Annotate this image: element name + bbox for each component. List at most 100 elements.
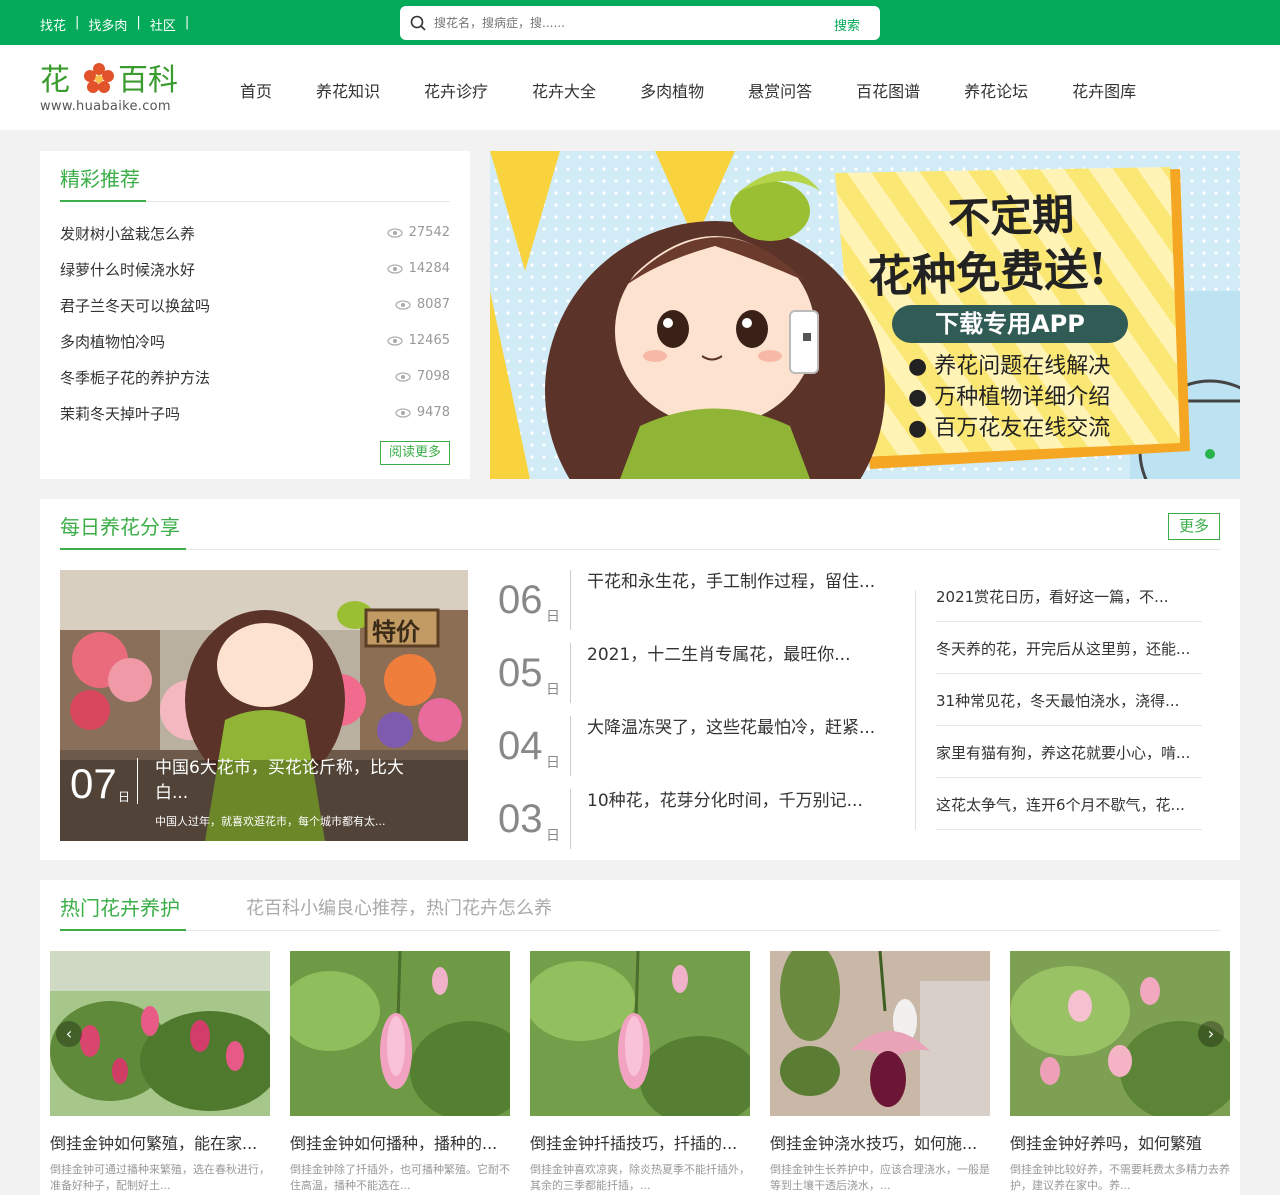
view-count-value: 14284 [408, 261, 450, 276]
eye-icon [395, 299, 411, 310]
list-item[interactable]: 冬季栀子花的养护方法 7098 [60, 367, 450, 403]
nav-diagnosis[interactable]: 花卉诊疗 [424, 78, 488, 102]
search-button[interactable]: 搜索 [834, 15, 860, 34]
search-box: 搜索 [400, 6, 880, 40]
list-item[interactable]: 2021赏花日历，看好这一篇，不... [936, 570, 1202, 622]
list-item[interactable]: 家里有猫有狗，养这花就要小心，啃... [936, 726, 1202, 778]
eye-icon [395, 407, 411, 418]
dated-article[interactable]: 03 日 10种花，花芽分化时间，千万别记... [498, 789, 878, 862]
nav-bounty-qa[interactable]: 悬赏问答 [748, 78, 812, 102]
card-image [530, 951, 750, 1116]
site-logo[interactable]: 花 百科 www.huabaike.com [40, 49, 190, 119]
card-image [770, 951, 990, 1116]
card-desc: 倒挂金钟除了扦插外，也可播种繁殖。它耐不住高温，播种不能选在... [290, 1163, 510, 1192]
banner-bullets: ● 养花问题在线解决 ● 万种植物详细介绍 ● 百万花友在线交流 [908, 351, 1110, 444]
header: 花 百科 www.huabaike.com 首页 养花知识 花卉诊疗 花卉大全 … [0, 45, 1280, 130]
dated-article[interactable]: 06 日 干花和永生花，手工制作过程，留住... [498, 570, 878, 643]
top-bar: 找花 | 找多肉 | 社区 | 搜索 [0, 0, 1280, 45]
plant-card[interactable]: 倒挂金钟扦插技巧，扦插的... 倒挂金钟喜欢凉爽，除炎热夏季不能扦插外，其余的三… [530, 951, 750, 1194]
nav-home[interactable]: 首页 [240, 78, 272, 102]
list-item[interactable]: 冬天养的花，开完后从这里剪，还能... [936, 622, 1202, 674]
nav-gallery[interactable]: 花卉图库 [1072, 78, 1136, 102]
list-item-title: 发财树小盆栽怎么养 [60, 225, 196, 243]
plant-card[interactable]: 倒挂金钟如何繁殖，能在家... 倒挂金钟可通过播种来繁殖，选在春秋进行，准备好种… [50, 951, 270, 1194]
plant-card[interactable]: 倒挂金钟好养吗，如何繁殖 倒挂金钟比较好养，不需要耗费太多精力去养护，建议养在家… [1010, 951, 1230, 1194]
search-icon [410, 15, 426, 31]
list-item[interactable]: 绿萝什么时候浇水好 14284 [60, 259, 450, 295]
divider [60, 549, 1220, 550]
daily-share-panel: 每日养花分享 更多 特价 07 日 中国6大花市，买花论斤称，比大白... 中国… [40, 499, 1240, 860]
top-link-flowers[interactable]: 找花 [40, 15, 66, 34]
carousel-prev-button[interactable]: ‹ [56, 1021, 82, 1047]
featured-divider [137, 758, 138, 804]
eye-icon [395, 371, 411, 382]
card-title: 倒挂金钟如何播种，播种的... [290, 1134, 498, 1153]
top-link-community[interactable]: 社区 [150, 15, 176, 34]
featured-desc: 中国人过年，就喜欢逛花市，每个城市都有太... [155, 815, 386, 828]
plant-card[interactable]: 倒挂金钟浇水技巧，如何施... 倒挂金钟生长养护中，应该合理浇水，一般是等到土壤… [770, 951, 990, 1194]
nav-flower-atlas[interactable]: 百花图谱 [856, 78, 920, 102]
search-input[interactable] [434, 14, 814, 32]
recommend-list: 发财树小盆栽怎么养 27542 绿萝什么时候浇水好 14284 君子兰冬天可以换… [60, 223, 450, 439]
list-item[interactable]: 茉莉冬天掉叶子吗 9478 [60, 403, 450, 439]
divider [570, 789, 571, 849]
top-links: 找花 | 找多肉 | 社区 | [40, 15, 198, 34]
view-count: 27542 [387, 225, 450, 240]
read-more-button[interactable]: 阅读更多 [380, 441, 450, 465]
dated-article[interactable]: 04 日 大降温冻哭了，这些花最怕冷，赶紧... [498, 716, 878, 789]
view-count: 7098 [395, 369, 450, 384]
banner-bullet: ● 百万花友在线交流 [908, 416, 1111, 441]
list-item-title: 绿萝什么时候浇水好 [60, 261, 196, 279]
title-underline [60, 548, 186, 550]
plant-card[interactable]: 倒挂金钟如何播种，播种的... 倒挂金钟除了扦插外，也可播种繁殖。它耐不住高温，… [290, 951, 510, 1194]
carousel-next-button[interactable]: › [1198, 1021, 1224, 1047]
recommend-title: 精彩推荐 [60, 167, 140, 191]
nav-encyclopedia[interactable]: 花卉大全 [532, 78, 596, 102]
view-count: 12465 [387, 333, 450, 348]
divider [915, 590, 916, 830]
list-item[interactable]: 发财树小盆栽怎么养 27542 [60, 223, 450, 259]
list-item-title: 君子兰冬天可以换盆吗 [60, 297, 211, 315]
article-day-unit: 日 [546, 682, 560, 698]
list-item[interactable]: 多肉植物怕冷吗 12465 [60, 331, 450, 367]
main-nav: 首页 养花知识 花卉诊疗 花卉大全 多肉植物 悬赏问答 百花图谱 养花论坛 花卉… [240, 78, 1180, 102]
card-title: 倒挂金钟扦插技巧，扦插的... [530, 1134, 738, 1153]
daily-more-button[interactable]: 更多 [1168, 513, 1220, 540]
card-title: 倒挂金钟好养吗，如何繁殖 [1010, 1134, 1203, 1153]
card-desc: 倒挂金钟生长养护中，应该合理浇水，一般是等到土壤干透后浇水，... [770, 1163, 990, 1192]
view-count-value: 8087 [416, 297, 450, 312]
nav-knowledge[interactable]: 养花知识 [316, 78, 380, 102]
price-sign: 特价 [372, 618, 420, 646]
list-item-title: 冬季栀子花的养护方法 [60, 369, 211, 387]
divider [60, 930, 1220, 931]
hot-title: 热门花卉养护 [60, 896, 180, 920]
hot-subtitle: 花百科小编良心推荐，热门花卉怎么养 [246, 898, 552, 919]
banner-download-button[interactable]: 下载专用APP [892, 305, 1128, 343]
list-item[interactable]: 这花太争气，连开6个月不歇气，花... [936, 778, 1202, 830]
top-link-separator: | [136, 15, 141, 30]
hot-care-panel: 热门花卉养护 花百科小编良心推荐，热门花卉怎么养 倒挂金钟如何繁殖，能在家... [40, 880, 1240, 1195]
card-image [1010, 951, 1230, 1116]
view-count-value: 27542 [408, 225, 450, 240]
card-desc: 倒挂金钟比较好养，不需要耗费太多精力去养护，建议养在家中。养... [1010, 1163, 1230, 1192]
article-title: 大降温冻哭了，这些花最怕冷，赶紧... [587, 718, 876, 738]
promo-banner[interactable]: 不定期 花种免费送! 下载专用APP ● 养花问题在线解决 ● 万种植物详细介绍… [490, 151, 1240, 479]
view-count-value: 12465 [408, 333, 450, 348]
featured-title: 中国6大花市，买花论斤称，比大白... [155, 758, 404, 803]
featured-article[interactable]: 特价 07 日 中国6大花市，买花论斤称，比大白... 中国人过年，就喜欢逛花市… [60, 570, 468, 841]
banner-bullet: ● 养花问题在线解决 [908, 354, 1111, 379]
top-link-succulents[interactable]: 找多肉 [88, 15, 127, 34]
nav-succulents[interactable]: 多肉植物 [640, 78, 704, 102]
logo-url: www.huabaike.com [40, 99, 171, 114]
view-count: 8087 [395, 297, 450, 312]
list-item[interactable]: 31种常见花，冬天最怕浇水，浇得... [936, 674, 1202, 726]
list-item[interactable]: 君子兰冬天可以换盆吗 8087 [60, 295, 450, 331]
dated-article[interactable]: 05 日 2021，十二生肖专属花，最旺你... [498, 643, 878, 716]
banner-bullet-text: 养花问题在线解决 [934, 354, 1111, 379]
divider [570, 570, 571, 630]
article-title: 干花和永生花，手工制作过程，留住... [587, 572, 876, 592]
view-count-value: 9478 [416, 405, 450, 420]
featured-day: 07 [70, 760, 117, 807]
nav-forum[interactable]: 养花论坛 [964, 78, 1028, 102]
card-title: 倒挂金钟如何繁殖，能在家... [50, 1134, 258, 1153]
